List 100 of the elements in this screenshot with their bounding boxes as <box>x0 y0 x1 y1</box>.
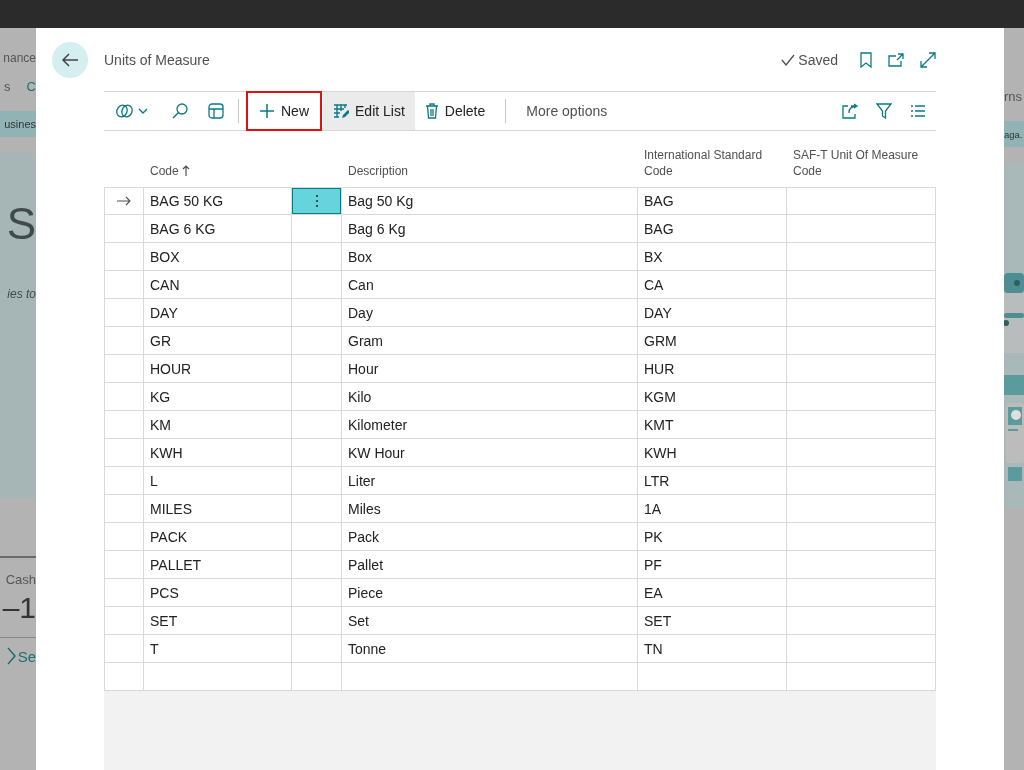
more-icon <box>314 193 319 208</box>
table-cell: KGM <box>638 383 787 411</box>
delete-button[interactable]: Delete <box>414 92 496 130</box>
table-cell: 1A <box>638 495 787 523</box>
table-cell: Can <box>342 271 638 299</box>
expand-icon[interactable] <box>920 51 936 68</box>
table-cell: Bag 6 Kg <box>342 215 638 243</box>
table-cell <box>292 495 342 523</box>
saved-status: Saved <box>798 51 838 68</box>
table-cell: Kilo <box>342 383 638 411</box>
table-cell: Hour <box>342 355 638 383</box>
edit-list-button[interactable]: Edit List <box>323 92 415 130</box>
more-options-button[interactable]: More options <box>516 103 618 119</box>
column-header[interactable]: Code <box>144 147 342 187</box>
row-menu-button[interactable] <box>292 187 341 214</box>
pop-out-icon[interactable] <box>888 52 904 67</box>
table-cell: BAG <box>638 187 787 215</box>
list-icon[interactable] <box>910 104 926 118</box>
sort-up-icon <box>181 165 190 176</box>
table-cell: MILES <box>144 495 292 523</box>
nav-link[interactable]: s <box>4 79 11 107</box>
column-header[interactable]: International Standard Code <box>638 147 787 187</box>
table-cell: SET <box>638 607 787 635</box>
table-cell <box>292 271 342 299</box>
table-cell: DAY <box>144 299 292 327</box>
table-cell: Set <box>342 607 638 635</box>
tile-label: Cash <box>5 572 36 587</box>
table-cell: PCS <box>144 579 292 607</box>
back-arrow-icon <box>61 51 79 68</box>
edit-grid-icon <box>333 103 349 119</box>
arrow-right-icon <box>117 196 131 206</box>
table-cell: BAG 50 KG <box>144 187 292 215</box>
nav-link[interactable]: usines <box>4 118 36 130</box>
table-cell: L <box>144 467 292 495</box>
table-cell: EA <box>638 579 787 607</box>
search-icon[interactable] <box>172 103 188 119</box>
table-cell: Day <box>342 299 638 327</box>
table-cell: Gram <box>342 327 638 355</box>
table-cell <box>292 411 342 439</box>
table-cell <box>292 523 342 551</box>
table-cell <box>292 467 342 495</box>
table-cell <box>292 607 342 635</box>
table-cell: Liter <box>342 467 638 495</box>
table-cell: BAG 6 KG <box>144 215 292 243</box>
table-cell: Box <box>342 243 638 271</box>
back-button[interactable] <box>52 41 88 78</box>
table-cell: Kilometer <box>342 411 638 439</box>
table-cell <box>292 383 342 411</box>
layout-icon[interactable] <box>208 103 224 119</box>
share-icon[interactable] <box>842 103 858 119</box>
table-cell: BOX <box>144 243 292 271</box>
page-title: nance <box>3 51 36 67</box>
table-cell: TN <box>638 635 787 663</box>
chevron-icon <box>5 646 16 666</box>
dialog-title: Units of Measure <box>104 51 211 68</box>
trash-icon <box>424 103 439 119</box>
copilot-icon[interactable] <box>116 103 150 119</box>
table-cell: Pallet <box>342 551 638 579</box>
table-cell: KG <box>144 383 292 411</box>
table-cell: KWH <box>638 439 787 467</box>
plus-icon <box>259 103 275 119</box>
table-cell: BAG <box>638 215 787 243</box>
table-cell: Bag 50 Kg <box>342 187 638 215</box>
table-cell <box>292 355 342 383</box>
table-cell: KM <box>144 411 292 439</box>
table-cell: SET <box>144 607 292 635</box>
table-cell <box>292 635 342 663</box>
table-cell: PACK <box>144 523 292 551</box>
table-cell: T <box>144 635 292 663</box>
table-cell: Pack <box>342 523 638 551</box>
table-cell <box>292 551 342 579</box>
table-cell: HOUR <box>144 355 292 383</box>
table-cell: CAN <box>144 271 292 299</box>
table-cell <box>292 439 342 467</box>
column-header[interactable]: SAF-T Unit Of Measure Code <box>787 147 936 187</box>
filter-icon[interactable] <box>876 103 892 119</box>
table-cell: KMT <box>638 411 787 439</box>
table-cell: KWH <box>144 439 292 467</box>
table-cell <box>292 243 342 271</box>
banner-title: S <box>6 199 36 249</box>
table-cell: GR <box>144 327 292 355</box>
bookmark-icon[interactable] <box>860 51 872 68</box>
table-cell: Tonne <box>342 635 638 663</box>
table-cell <box>292 579 342 607</box>
table-cell: HUR <box>638 355 787 383</box>
nav-link[interactable]: rns <box>1004 89 1023 117</box>
nav-link[interactable]: aga. <box>1004 128 1023 140</box>
column-header[interactable]: Description <box>342 147 638 187</box>
check-icon <box>781 53 796 66</box>
table-cell <box>292 327 342 355</box>
banner-subtitle: ies to <box>7 287 36 301</box>
table-cell: Miles <box>342 495 638 523</box>
table-cell: PK <box>638 523 787 551</box>
table-cell: PALLET <box>144 551 292 579</box>
tile-value: –1 <box>2 591 36 625</box>
table-cell: Piece <box>342 579 638 607</box>
table-cell: CA <box>638 271 787 299</box>
table-cell: LTR <box>638 467 787 495</box>
new-button[interactable]: New <box>245 90 323 132</box>
table-cell: GRM <box>638 327 787 355</box>
